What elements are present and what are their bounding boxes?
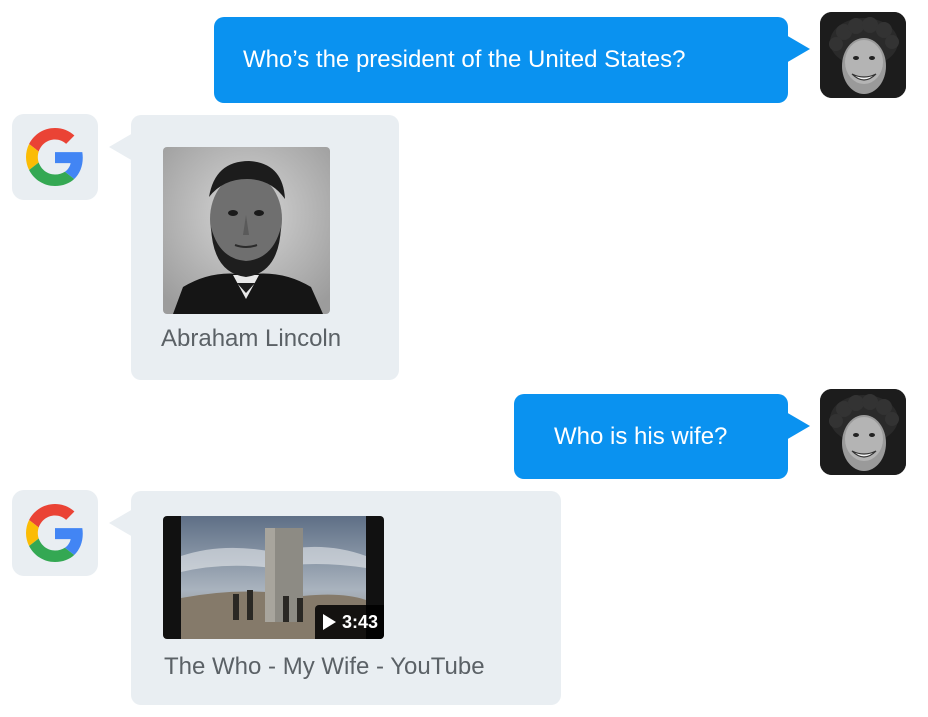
assistant-avatar [12,114,98,200]
user-message-text: Who’s the president of the United States… [243,46,686,73]
assistant-avatar [12,490,98,576]
portrait-image[interactable] [163,147,330,314]
user-photo-avatar [820,389,906,475]
assistant-message-bubble: 3:43 The Who - My Wife - YouTube [109,491,561,705]
user-photo-avatar [820,12,906,98]
image-caption[interactable]: Abraham Lincoln [161,325,341,353]
user-message-bubble: Who’s the president of the United States… [214,17,810,103]
google-g-icon [26,504,83,562]
user-avatar [820,389,906,475]
user-message-text: Who is his wife? [554,422,728,450]
video-duration-badge: 3:43 [314,605,384,639]
user-avatar [820,12,906,98]
play-icon [322,614,336,630]
google-g-icon [26,128,83,186]
video-duration: 3:43 [341,611,378,632]
video-thumbnail[interactable]: 3:43 [163,516,384,639]
assistant-message-bubble: Abraham Lincoln [109,115,399,380]
user-message-bubble: Who is his wife? [514,394,810,479]
video-caption[interactable]: The Who - My Wife - YouTube [164,653,485,681]
